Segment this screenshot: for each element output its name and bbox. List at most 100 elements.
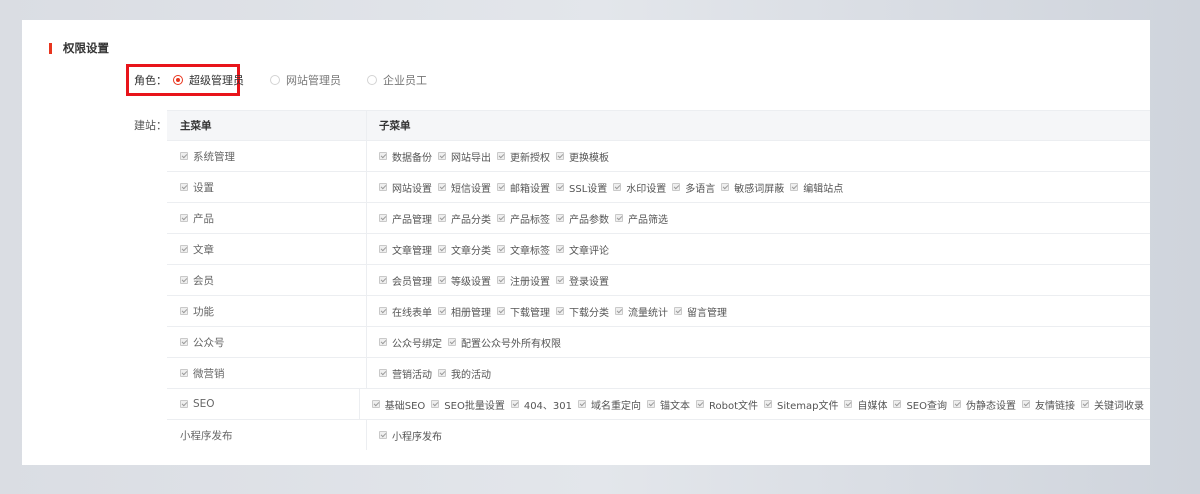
- sub-menu-checkbox[interactable]: [790, 183, 799, 191]
- role-option-super-admin[interactable]: 超级管理员: [173, 72, 244, 88]
- sub-menu-checkbox[interactable]: [497, 214, 505, 222]
- sub-menu-checkbox[interactable]: [497, 183, 505, 191]
- sub-menu-checkbox[interactable]: [1081, 400, 1089, 408]
- sub-menu-item[interactable]: 域名重定向: [578, 397, 641, 412]
- sub-menu-checkbox[interactable]: [448, 338, 456, 346]
- sub-menu-item[interactable]: 我的活动: [438, 366, 491, 381]
- sub-menu-checkbox[interactable]: [379, 276, 387, 284]
- sub-menu-checkbox[interactable]: [615, 307, 623, 315]
- sub-menu-item[interactable]: 相册管理: [438, 304, 491, 319]
- radio-unchecked-icon[interactable]: [270, 75, 280, 85]
- radio-checked-icon[interactable]: [173, 75, 183, 85]
- sub-menu-checkbox[interactable]: [379, 183, 387, 191]
- sub-menu-checkbox[interactable]: [379, 245, 387, 253]
- sub-menu-checkbox[interactable]: [510, 400, 519, 408]
- sub-menu-item[interactable]: 多语言: [672, 180, 715, 195]
- sub-menu-item[interactable]: 伪静态设置: [953, 397, 1016, 412]
- sub-menu-item[interactable]: 营销活动: [379, 366, 432, 381]
- sub-menu-checkbox[interactable]: [556, 307, 564, 315]
- sub-menu-checkbox[interactable]: [556, 245, 564, 253]
- sub-menu-checkbox[interactable]: [371, 400, 380, 408]
- sub-menu-checkbox[interactable]: [438, 214, 446, 222]
- role-option-employee[interactable]: 企业员工: [367, 72, 427, 88]
- sub-menu-item[interactable]: SEO查询: [893, 397, 947, 412]
- sub-menu-checkbox[interactable]: [647, 400, 656, 408]
- sub-menu-item[interactable]: 更新授权: [497, 149, 550, 164]
- sub-menu-item[interactable]: 注册设置: [497, 273, 550, 288]
- sub-menu-item[interactable]: 会员管理: [379, 273, 432, 288]
- main-menu-checkbox[interactable]: [180, 183, 188, 191]
- sub-menu-item[interactable]: 自媒体: [844, 397, 887, 412]
- sub-menu-item[interactable]: 留言管理: [674, 304, 727, 319]
- sub-menu-checkbox[interactable]: [379, 369, 387, 377]
- sub-menu-item[interactable]: 数据备份: [379, 149, 432, 164]
- sub-menu-checkbox[interactable]: [379, 307, 387, 315]
- sub-menu-checkbox[interactable]: [438, 369, 446, 377]
- sub-menu-item[interactable]: 登录设置: [556, 273, 609, 288]
- sub-menu-item[interactable]: 等级设置: [438, 273, 491, 288]
- sub-menu-checkbox[interactable]: [379, 431, 387, 439]
- sub-menu-checkbox[interactable]: [431, 400, 440, 408]
- sub-menu-item[interactable]: Sitemap文件: [764, 397, 838, 412]
- sub-menu-checkbox[interactable]: [379, 338, 387, 346]
- sub-menu-item[interactable]: 产品分类: [438, 211, 491, 226]
- sub-menu-item[interactable]: 小程序发布: [379, 428, 442, 443]
- sub-menu-checkbox[interactable]: [721, 183, 730, 191]
- sub-menu-item[interactable]: 公众号绑定: [379, 335, 442, 350]
- sub-menu-item[interactable]: 水印设置: [613, 180, 666, 195]
- sub-menu-item[interactable]: 文章分类: [438, 242, 491, 257]
- sub-menu-item[interactable]: 短信设置: [438, 180, 491, 195]
- sub-menu-checkbox[interactable]: [497, 307, 505, 315]
- main-menu-checkbox[interactable]: [180, 214, 188, 222]
- sub-menu-item[interactable]: 网站导出: [438, 149, 491, 164]
- sub-menu-checkbox[interactable]: [615, 214, 623, 222]
- sub-menu-checkbox[interactable]: [674, 307, 682, 315]
- sub-menu-checkbox[interactable]: [497, 276, 505, 284]
- main-menu-checkbox[interactable]: [180, 245, 188, 253]
- sub-menu-item[interactable]: 产品筛选: [615, 211, 668, 226]
- main-menu-checkbox[interactable]: [180, 338, 188, 346]
- main-menu-checkbox[interactable]: [180, 400, 188, 408]
- sub-menu-item[interactable]: SEO批量设置: [431, 397, 505, 412]
- sub-menu-item[interactable]: 编辑站点: [790, 180, 843, 195]
- sub-menu-item[interactable]: 敏感词屏蔽: [721, 180, 784, 195]
- sub-menu-item[interactable]: 关键词收录: [1081, 397, 1144, 412]
- sub-menu-checkbox[interactable]: [438, 245, 446, 253]
- sub-menu-item[interactable]: 基础SEO: [371, 397, 425, 412]
- sub-menu-checkbox[interactable]: [893, 400, 902, 408]
- sub-menu-item[interactable]: SSL设置: [556, 180, 607, 195]
- sub-menu-item[interactable]: 文章标签: [497, 242, 550, 257]
- sub-menu-checkbox[interactable]: [696, 400, 705, 408]
- sub-menu-checkbox[interactable]: [1022, 400, 1030, 408]
- sub-menu-checkbox[interactable]: [613, 183, 622, 191]
- sub-menu-checkbox[interactable]: [438, 307, 446, 315]
- role-option-site-admin[interactable]: 网站管理员: [270, 72, 341, 88]
- radio-unchecked-icon[interactable]: [367, 75, 377, 85]
- sub-menu-checkbox[interactable]: [438, 276, 446, 284]
- main-menu-checkbox[interactable]: [180, 369, 188, 377]
- sub-menu-item[interactable]: 邮箱设置: [497, 180, 550, 195]
- sub-menu-item[interactable]: 产品管理: [379, 211, 432, 226]
- sub-menu-item[interactable]: 下载分类: [556, 304, 609, 319]
- sub-menu-item[interactable]: 流量统计: [615, 304, 668, 319]
- sub-menu-checkbox[interactable]: [438, 152, 446, 160]
- sub-menu-item[interactable]: 文章管理: [379, 242, 432, 257]
- main-menu-checkbox[interactable]: [180, 152, 188, 160]
- sub-menu-item[interactable]: 文章评论: [556, 242, 609, 257]
- sub-menu-item[interactable]: 更换模板: [556, 149, 609, 164]
- main-menu-checkbox[interactable]: [180, 307, 188, 315]
- sub-menu-checkbox[interactable]: [764, 400, 773, 408]
- sub-menu-item[interactable]: 在线表单: [379, 304, 432, 319]
- sub-menu-checkbox[interactable]: [379, 214, 387, 222]
- sub-menu-item[interactable]: 404、301: [510, 397, 572, 412]
- sub-menu-checkbox[interactable]: [556, 152, 564, 160]
- sub-menu-item[interactable]: 产品标签: [497, 211, 550, 226]
- sub-menu-item[interactable]: 友情链接: [1022, 397, 1075, 412]
- sub-menu-checkbox[interactable]: [578, 400, 587, 408]
- sub-menu-checkbox[interactable]: [556, 183, 564, 191]
- sub-menu-item[interactable]: 配置公众号外所有权限: [448, 335, 561, 350]
- sub-menu-checkbox[interactable]: [844, 400, 853, 408]
- sub-menu-checkbox[interactable]: [672, 183, 681, 191]
- sub-menu-item[interactable]: 网站设置: [379, 180, 432, 195]
- sub-menu-item[interactable]: 锚文本: [647, 397, 690, 412]
